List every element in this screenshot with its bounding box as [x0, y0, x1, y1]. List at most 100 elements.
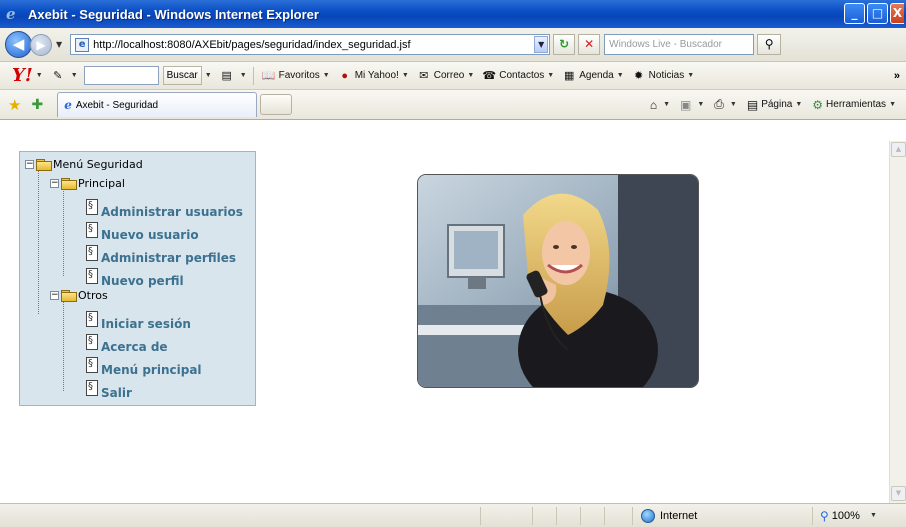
menu-link[interactable]: Administrar perfiles	[101, 251, 236, 265]
url-text[interactable]: http://localhost:8080/AXEbit/pages/segur…	[93, 39, 534, 51]
tab-axebit-seguridad[interactable]: e Axebit - Seguridad	[57, 92, 258, 117]
print-button[interactable]: ⎙ ▼	[714, 97, 737, 112]
new-tab-button[interactable]	[260, 94, 293, 115]
vertical-scrollbar[interactable]: ▲ ▼	[889, 141, 906, 503]
document-icon	[86, 199, 98, 215]
menu-link[interactable]: Iniciar sesión	[101, 317, 191, 331]
tree-connector	[63, 295, 64, 391]
page-menu[interactable]: ▤ Página ▼	[747, 98, 802, 112]
document-icon	[86, 334, 98, 350]
toolbar-item-mi-yahoo[interactable]: ● Mi Yahoo! ▼	[338, 69, 408, 83]
news-icon: ✹	[634, 69, 644, 82]
menu-link[interactable]: Nuevo perfil	[101, 274, 184, 288]
scroll-up-icon[interactable]: ▲	[891, 142, 906, 157]
toolbar-more-chevron[interactable]: »	[894, 70, 900, 82]
zone-label: Internet	[660, 509, 698, 522]
globe-icon	[641, 508, 655, 523]
close-button[interactable]: X	[890, 3, 904, 24]
toolbar-item-correo[interactable]: ✉ Correo ▼	[417, 69, 474, 83]
toolbar-item-noticias[interactable]: ✹ Noticias ▼	[632, 69, 694, 83]
tab-title: Axebit - Seguridad	[75, 99, 159, 111]
buscar-button[interactable]: Buscar	[162, 66, 202, 85]
folder-open-icon	[61, 290, 77, 302]
tree-item-iniciar-sesion[interactable]: Iniciar sesión	[86, 307, 191, 331]
document-icon	[86, 268, 98, 284]
favorites-star-icon[interactable]: ★	[8, 96, 21, 114]
url-dropdown-icon[interactable]: ▼	[534, 36, 549, 53]
ie-page-icon: e	[64, 98, 72, 112]
feeds-icon: ▣	[680, 97, 692, 112]
toolbar-item-favoritos[interactable]: 📖 Favoritos ▼	[262, 69, 330, 83]
window-title: Axebit - Seguridad - Windows Internet Ex…	[28, 6, 319, 22]
home-button[interactable]: ⌂ ▼	[650, 98, 670, 112]
yahoo-menu-dropdown-icon[interactable]: ▼	[36, 72, 43, 79]
content-top	[0, 120, 906, 141]
command-bar: ⌂ ▼ ▣ ▼ ⎙ ▼ ▤ Página ▼ ⚙ Herramientas ▼	[640, 97, 896, 112]
yahoo-search-input[interactable]	[83, 66, 159, 85]
status-divider	[580, 506, 581, 525]
folder-open-icon	[36, 159, 52, 171]
stop-button[interactable]: ✕	[578, 34, 601, 55]
window-controls: _ □ X	[844, 3, 906, 24]
feeds-button[interactable]: ▣ ▼	[680, 98, 704, 112]
status-divider	[812, 506, 813, 525]
zoom-dropdown-icon[interactable]: ▼	[870, 512, 877, 519]
menu-link[interactable]: Salir	[101, 386, 132, 400]
tools-menu[interactable]: ⚙ Herramientas ▼	[812, 98, 896, 112]
toolbar-item-contactos[interactable]: ☎ Contactos ▼	[482, 69, 554, 83]
tree-item-administrar-usuarios[interactable]: Administrar usuarios	[86, 195, 243, 219]
menu-link[interactable]: Administrar usuarios	[101, 205, 243, 219]
buscar-dropdown-icon[interactable]: ▼	[205, 72, 212, 79]
live-search-input[interactable]: Windows Live - Buscador	[604, 34, 755, 55]
tree-item-salir[interactable]: Salir	[86, 376, 132, 400]
back-button[interactable]: ◀	[5, 31, 32, 58]
tree-item-administrar-perfiles[interactable]: Administrar perfiles	[86, 241, 236, 265]
status-divider	[604, 506, 605, 525]
tree-item-menu-principal[interactable]: Menú principal	[86, 353, 202, 377]
tree-item-acerca-de[interactable]: Acerca de	[86, 330, 168, 354]
address-bar: ◀ ▶ ▼ e http://localhost:8080/AXEbit/pag…	[0, 28, 906, 62]
zoom-control[interactable]: ⚲ 100% ▼	[820, 509, 877, 523]
document-icon	[86, 380, 98, 396]
menu-link[interactable]: Acerca de	[101, 340, 168, 354]
history-dropdown-icon[interactable]: ▼	[56, 40, 62, 49]
maximize-button[interactable]: □	[867, 3, 888, 24]
menu-link[interactable]: Nuevo usuario	[101, 228, 199, 242]
tree-root[interactable]: − Menú Seguridad	[25, 158, 143, 171]
pencil-icon[interactable]: ✎ ▼	[51, 69, 78, 83]
group-label: Principal	[78, 177, 125, 190]
tree-item-nuevo-perfil[interactable]: Nuevo perfil	[86, 264, 184, 288]
search-icon[interactable]: ⚲	[757, 34, 782, 55]
document-icon	[86, 222, 98, 238]
calendar-icon: ▦	[564, 69, 575, 82]
minimize-button[interactable]: _	[844, 3, 865, 24]
document-icon	[86, 245, 98, 261]
url-field[interactable]: e http://localhost:8080/AXEbit/pages/seg…	[70, 34, 551, 55]
status-divider	[480, 506, 481, 525]
tab-bar: ★ ✚ e Axebit - Seguridad ⌂ ▼ ▣ ▼ ⎙ ▼ ▤ Págin…	[0, 90, 906, 120]
menu-link[interactable]: Menú principal	[101, 363, 202, 377]
tree-item-nuevo-usuario[interactable]: Nuevo usuario	[86, 218, 199, 242]
toolbar-item-agenda[interactable]: ▦ Agenda ▼	[562, 69, 624, 83]
refresh-button[interactable]: ↻	[553, 34, 576, 55]
status-divider	[556, 506, 557, 525]
tree-connector	[63, 184, 64, 276]
add-favorite-icon[interactable]: ✚	[31, 96, 43, 113]
collapse-icon[interactable]: −	[25, 160, 34, 169]
title-bar: e Axebit - Seguridad - Windows Internet …	[0, 0, 906, 28]
tree-group-otros[interactable]: − Otros	[50, 289, 108, 302]
collapse-icon[interactable]: −	[50, 179, 59, 188]
page-icon: ▤	[746, 97, 759, 112]
zoom-icon: ⚲	[820, 508, 829, 523]
folder-open-icon	[61, 178, 77, 190]
yahoo-logo[interactable]: Y!	[12, 65, 33, 86]
security-zone[interactable]: Internet	[641, 508, 698, 523]
security-menu-tree: − Menú Seguridad − Principal Administrar…	[19, 151, 256, 406]
tree-group-principal[interactable]: − Principal	[50, 177, 125, 190]
tree-root-label: Menú Seguridad	[53, 158, 143, 171]
collapse-icon[interactable]: −	[50, 291, 59, 300]
book-icon: 📖	[261, 69, 276, 82]
toolbar-options-icon[interactable]: ▤ ▼	[220, 69, 247, 83]
forward-button[interactable]: ▶	[30, 33, 52, 56]
scroll-down-icon[interactable]: ▼	[891, 486, 906, 501]
